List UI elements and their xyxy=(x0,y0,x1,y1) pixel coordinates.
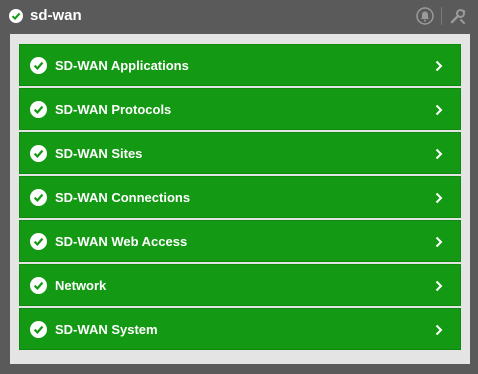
chevron-right-icon xyxy=(434,235,444,249)
check-icon xyxy=(30,101,47,118)
sd-wan-panel: sd-wan SD-WAN Applications SD-WAN Protoc… xyxy=(0,0,478,374)
chevron-right-icon xyxy=(434,323,444,337)
check-icon xyxy=(30,189,47,206)
check-icon xyxy=(30,145,47,162)
list-item-label: SD-WAN Connections xyxy=(55,190,191,205)
list-item-label: SD-WAN Protocols xyxy=(55,102,172,117)
list-item[interactable]: SD-WAN Protocols xyxy=(19,88,461,130)
list-item[interactable]: SD-WAN System xyxy=(19,308,461,350)
panel-header: sd-wan xyxy=(0,0,478,34)
item-list: SD-WAN Applications SD-WAN Protocols SD- xyxy=(19,44,461,352)
chevron-right-icon xyxy=(434,103,444,117)
chevron-right-icon xyxy=(434,279,444,293)
list-item-label: SD-WAN Sites xyxy=(55,146,143,161)
chevron-right-icon xyxy=(434,191,444,205)
check-icon xyxy=(30,277,47,294)
list-item-label: SD-WAN Web Access xyxy=(55,234,188,249)
chevron-right-icon xyxy=(434,59,444,73)
header-actions xyxy=(415,6,468,26)
check-icon xyxy=(30,57,47,74)
alert-bell-icon[interactable] xyxy=(415,6,435,26)
chevron-right-icon xyxy=(434,147,444,161)
list-item-label: SD-WAN System xyxy=(55,322,158,337)
check-icon xyxy=(30,321,47,338)
list-item[interactable]: SD-WAN Connections xyxy=(19,176,461,218)
list-item[interactable]: Network xyxy=(19,264,461,306)
list-item[interactable]: SD-WAN Web Access xyxy=(19,220,461,262)
list-item[interactable]: SD-WAN Applications xyxy=(19,44,461,86)
list-item-label: SD-WAN Applications xyxy=(55,58,189,73)
check-icon xyxy=(30,233,47,250)
list-item[interactable]: SD-WAN Sites xyxy=(19,132,461,174)
header-divider xyxy=(441,7,442,25)
tools-icon[interactable] xyxy=(448,6,468,26)
panel-title: sd-wan xyxy=(30,7,82,24)
content-area: SD-WAN Applications SD-WAN Protocols SD- xyxy=(10,34,470,364)
list-item-label: Network xyxy=(55,278,107,293)
status-check-icon xyxy=(9,9,23,23)
